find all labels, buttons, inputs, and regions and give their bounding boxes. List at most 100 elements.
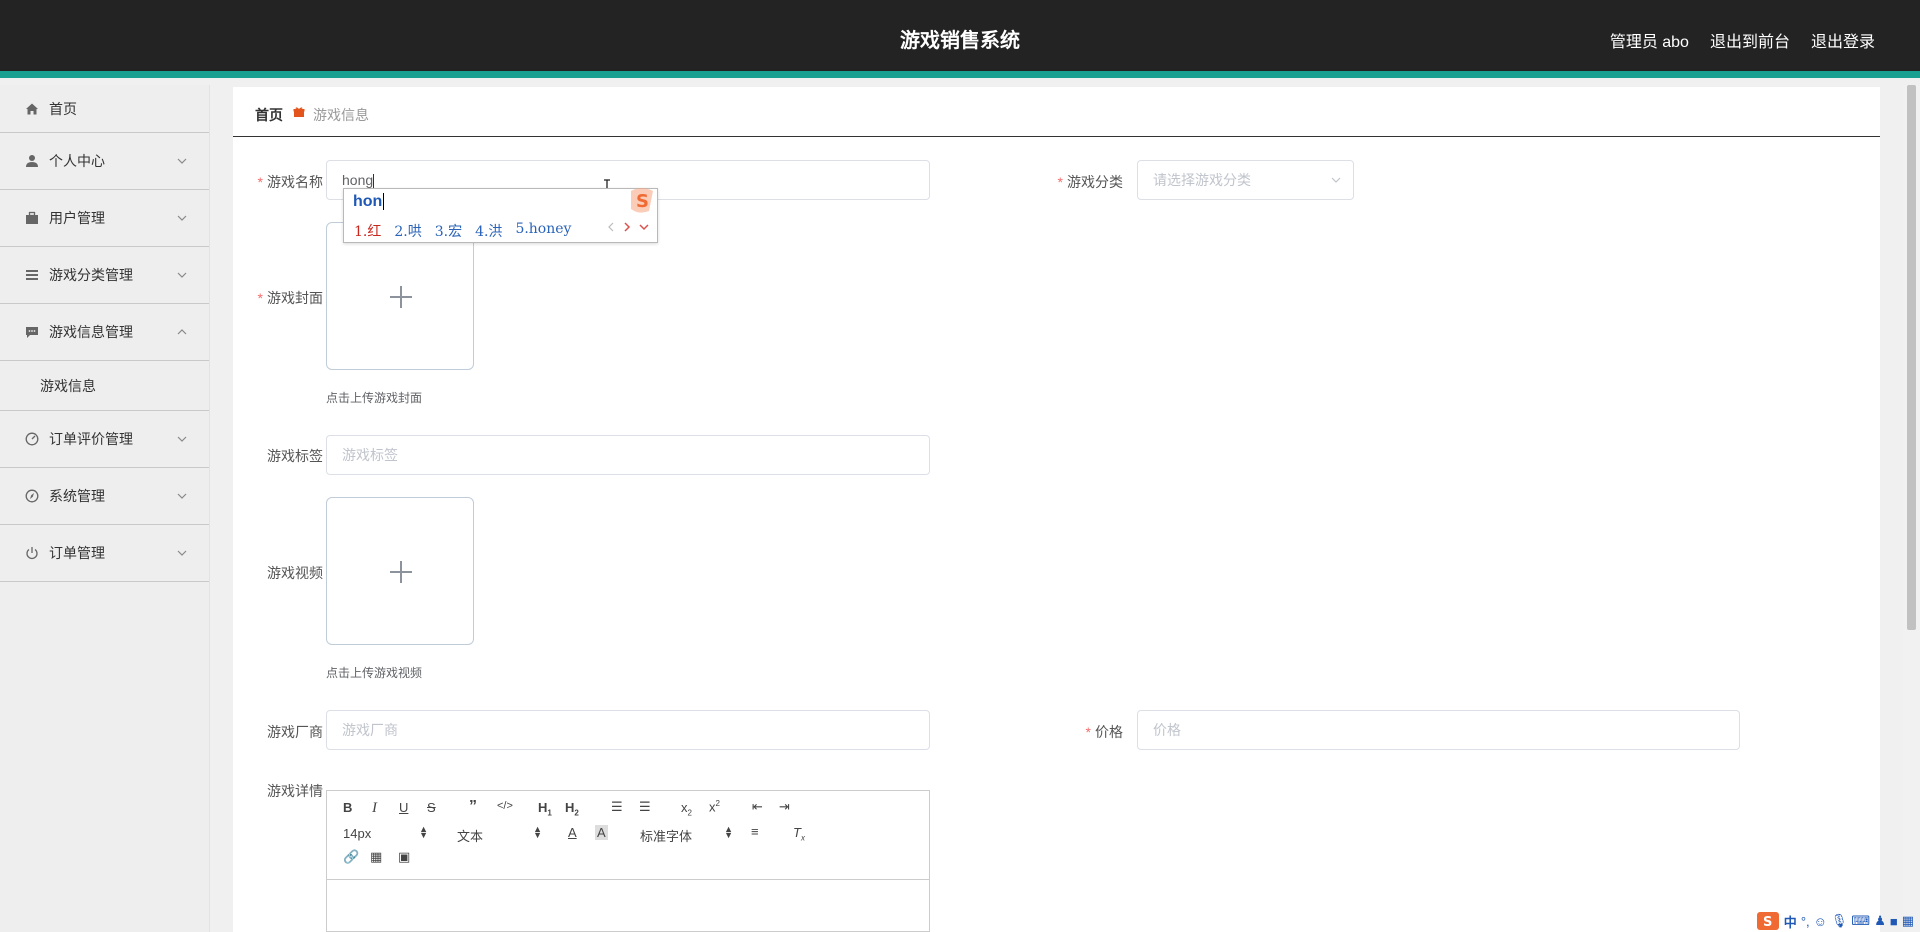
sogou-logo-icon: S	[631, 188, 653, 213]
sidebar-subitem-game-info[interactable]: 游戏信息	[0, 361, 209, 411]
chevron-down-icon[interactable]	[639, 222, 649, 232]
sidebar-item-order-management[interactable]: 订单管理	[0, 525, 209, 582]
game-cover-upload[interactable]	[326, 222, 474, 370]
sidebar-item-label: 游戏信息管理	[49, 324, 133, 340]
clear-format-button[interactable]: Tx	[793, 825, 805, 843]
breadcrumb-home[interactable]: 首页	[255, 105, 283, 125]
toolbox-icon[interactable]: ▦	[1902, 913, 1914, 929]
sidebar-item-personal-center[interactable]: 个人中心	[0, 133, 209, 190]
sidebar-subitem-label: 游戏信息	[40, 377, 96, 394]
font-family-select[interactable]: 标准字体 ▲ ▼	[640, 824, 733, 845]
underline-button[interactable]: U	[399, 800, 408, 815]
outdent-icon[interactable]: ⇤	[752, 799, 763, 815]
editor-toolbar: B I U S ” </> H1 H2 ☰ ☰ x2 x2 ⇤ ⇥ 14px ▲ ▼…	[327, 791, 929, 880]
chat-icon	[26, 327, 38, 338]
video-icon[interactable]: ▣	[398, 849, 410, 865]
game-tags-input[interactable]: 游戏标签	[326, 435, 930, 475]
italic-button[interactable]: I	[372, 800, 377, 817]
sidebar-item-label: 个人中心	[49, 153, 105, 169]
emoji-icon[interactable]: ☺	[1814, 914, 1827, 929]
subscript-button[interactable]: x2	[681, 800, 692, 818]
indent-icon[interactable]: ⇥	[779, 799, 790, 815]
gauge-icon	[25, 432, 39, 446]
chevron-down-icon	[177, 493, 187, 499]
compass-icon	[25, 489, 39, 503]
header-select[interactable]: 文本 ▲ ▼	[457, 825, 542, 845]
game-video-label: 游戏视频	[267, 565, 323, 581]
chevron-up-icon	[177, 329, 187, 335]
game-detail-label: 游戏详情	[267, 783, 323, 799]
game-category-select[interactable]: 请选择游戏分类	[1137, 160, 1354, 200]
ime-candidate[interactable]: 5.honey	[515, 221, 571, 241]
image-icon[interactable]: ▦	[370, 849, 382, 865]
chevron-left-icon[interactable]	[607, 222, 615, 232]
back-to-frontend-link[interactable]: 退出到前台	[1710, 28, 1790, 52]
h1-button[interactable]: H1	[538, 800, 552, 818]
top-links: 管理员 abo 退出到前台 退出登录	[1610, 28, 1875, 52]
sidebar-item-label: 系统管理	[49, 488, 105, 504]
sidebar-item-game-info-management[interactable]: 游戏信息管理	[0, 304, 209, 361]
logout-link[interactable]: 退出登录	[1811, 28, 1875, 52]
microphone-icon[interactable]: 🎙	[1831, 913, 1848, 929]
page-scrollbar[interactable]	[1903, 85, 1920, 932]
code-block-button[interactable]: </>	[497, 800, 513, 812]
sidebar-item-system-management[interactable]: 系统管理	[0, 468, 209, 525]
header-accent-stripe	[0, 71, 1920, 78]
scrollbar-thumb[interactable]	[1907, 85, 1916, 630]
bullet-list-icon[interactable]: ☰	[639, 799, 651, 815]
font-color-button[interactable]: A	[568, 825, 577, 840]
price-input[interactable]: 价格	[1137, 710, 1740, 750]
ordered-list-icon[interactable]: ☰	[611, 799, 623, 815]
sogou-logo-icon[interactable]: S	[1756, 911, 1780, 931]
sort-arrows-icon: ▲ ▼	[419, 824, 428, 840]
ime-candidate-popup: hon 1.红 2.哄 3.宏 4.洪 5.honey S	[343, 188, 658, 243]
punctuation-icon[interactable]: °,	[1801, 914, 1810, 929]
skin-icon[interactable]: ■	[1890, 914, 1898, 929]
game-video-upload[interactable]	[326, 497, 474, 645]
chevron-down-icon	[177, 436, 187, 442]
sidebar-item-game-category-management[interactable]: 游戏分类管理	[0, 247, 209, 304]
h2-button[interactable]: H2	[565, 800, 579, 818]
chevron-down-icon	[177, 158, 187, 164]
sort-arrows-icon: ▲ ▼	[724, 824, 733, 840]
rich-text-editor: B I U S ” </> H1 H2 ☰ ☰ x2 x2 ⇤ ⇥ 14px ▲ ▼…	[326, 790, 930, 932]
game-name-label: * 游戏名称	[257, 174, 323, 190]
user-icon	[26, 155, 38, 167]
editor-content-area[interactable]	[327, 881, 929, 931]
ime-candidate[interactable]: 3.宏	[435, 221, 462, 241]
sidebar-item-label: 首页	[49, 100, 77, 117]
align-left-icon[interactable]: ≡	[751, 824, 759, 839]
ime-composition: hon	[353, 193, 385, 211]
ime-candidate[interactable]: 4.洪	[475, 221, 502, 241]
ime-candidate[interactable]: 1.红	[354, 221, 381, 241]
home-icon	[26, 103, 38, 114]
link-icon[interactable]: 🔗	[343, 849, 359, 865]
superscript-button[interactable]: x2	[709, 799, 720, 814]
game-cover-hint: 点击上传游戏封面	[326, 391, 423, 405]
sidebar: 首页 个人中心 用户管理 游戏分类管理 游戏信息管理 游戏信息 订单评价管理 系…	[0, 85, 210, 932]
svg-text:S: S	[1763, 915, 1772, 930]
sidebar-item-order-review-management[interactable]: 订单评价管理	[0, 411, 209, 468]
gift-icon	[293, 107, 305, 117]
sidebar-item-label: 用户管理	[49, 210, 105, 226]
game-vendor-label: 游戏厂商	[267, 724, 323, 740]
sidebar-item-user-management[interactable]: 用户管理	[0, 190, 209, 247]
sidebar-item-label: 订单管理	[49, 545, 105, 561]
game-video-hint: 点击上传游戏视频	[326, 666, 423, 680]
breadcrumb: 首页 游戏信息	[233, 87, 1880, 137]
game-vendor-input[interactable]: 游戏厂商	[326, 710, 930, 750]
font-size-select[interactable]: 14px ▲ ▼	[343, 824, 428, 842]
chevron-right-icon[interactable]	[623, 222, 631, 232]
bold-button[interactable]: B	[343, 800, 352, 815]
blockquote-button[interactable]: ”	[469, 798, 477, 816]
background-color-button[interactable]: A	[595, 825, 608, 840]
chevron-down-icon	[177, 272, 187, 278]
keyboard-icon[interactable]: ⌨	[1851, 913, 1870, 929]
sidebar-item-home[interactable]: 首页	[0, 85, 209, 133]
svg-text:S: S	[636, 191, 649, 212]
ime-mode-indicator[interactable]: 中	[1784, 912, 1797, 931]
ime-candidate[interactable]: 2.哄	[394, 221, 421, 241]
user-tray-icon[interactable]: ♟	[1874, 913, 1886, 929]
top-bar: 游戏销售系统 管理员 abo 退出到前台 退出登录	[0, 0, 1920, 78]
strike-button[interactable]: S	[427, 800, 436, 815]
